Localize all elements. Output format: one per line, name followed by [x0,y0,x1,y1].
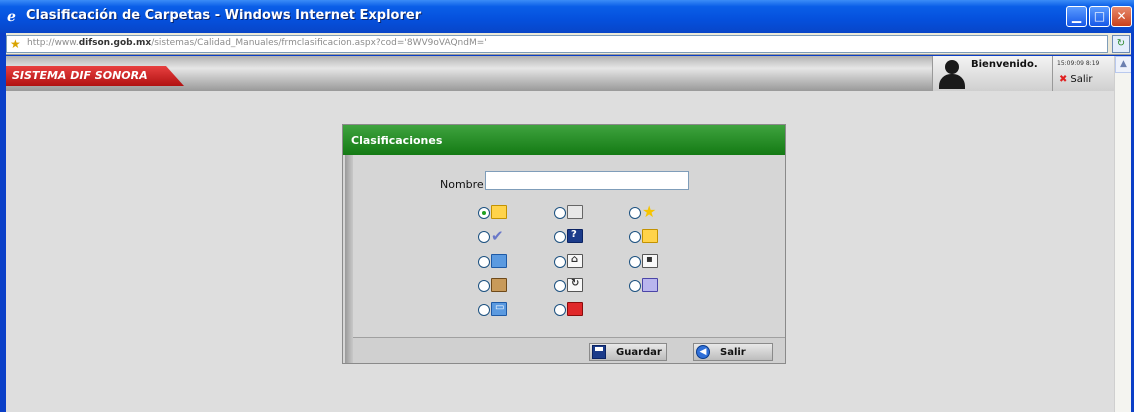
option-radio[interactable] [478,207,490,219]
maximize-button[interactable]: □ [1089,6,1110,27]
yellow-folder-icon [491,205,507,219]
gray-folder-icon [567,205,583,219]
vertical-scrollbar[interactable]: ▲ [1114,56,1132,412]
option-radio[interactable] [478,231,490,243]
icon-option[interactable]: ▭ [478,301,514,319]
icon-option[interactable]: ▪ [629,253,665,271]
logout-label: Salir [1070,74,1093,85]
icon-option[interactable] [629,277,665,295]
icon-option[interactable] [554,204,590,222]
purple-folder-icon [642,278,658,292]
icon-option[interactable] [478,277,514,295]
option-radio[interactable] [478,280,490,292]
icon-option[interactable] [629,228,665,246]
save-button[interactable]: Guardar [589,343,667,361]
welcome-text: Bienvenido. [971,59,1038,70]
option-radio[interactable] [554,231,566,243]
icon-option[interactable]: ? [554,228,590,246]
name-input[interactable] [485,171,689,190]
logout-link[interactable]: ✖ Salir [1059,74,1093,85]
option-radio[interactable] [629,231,641,243]
minimize-button[interactable]: ▁ [1066,6,1087,27]
page-content: SISTEMA DIF SONORA Bienvenido. 15:09:09 … [6,56,1114,412]
address-input[interactable]: ★ http://www.difson.gob.mx/sistemas/Cali… [6,35,1108,53]
icon-option[interactable] [478,204,514,222]
exit-label: Salir [720,347,746,358]
logout-icon: ✖ [1059,74,1068,85]
locked-folder-icon [642,229,658,243]
address-url: http://www.difson.gob.mx/sistemas/Calida… [27,38,487,48]
help-book-icon: ? [567,229,583,243]
open-book-icon: ▭ [491,302,507,316]
address-bar: ★ http://www.difson.gob.mx/sistemas/Cali… [6,33,1134,55]
ie-logo-icon: ℯ [7,9,16,25]
title-bar: ℯ Clasificación de Carpetas - Windows In… [0,0,1134,33]
session-panel: 15:09:09 8:19 ✖ Salir [1052,56,1114,91]
blue-folder-icon [491,254,507,268]
icon-option[interactable]: ✔ [478,228,514,246]
system-banner: SISTEMA DIF SONORA [6,66,184,86]
star-icon: ★ [642,202,657,221]
icon-option[interactable] [478,253,514,271]
option-radio[interactable] [554,256,566,268]
option-radio[interactable] [629,207,641,219]
document-arrow-icon: ↻ [567,278,583,292]
option-radio[interactable] [629,280,641,292]
classification-dialog: Clasificaciones Nombre: ★ ✔? ⌂ ▪ ↻ ▭ Guardar … [342,124,786,364]
icon-option[interactable]: ⌂ [554,253,590,271]
site-header: SISTEMA DIF SONORA Bienvenido. 15:09:09 … [6,56,1114,91]
browser-window: ℯ Clasificación de Carpetas - Windows In… [0,0,1134,412]
dialog-header: Clasificaciones [343,125,785,155]
option-radio[interactable] [629,256,641,268]
system-name: SISTEMA DIF SONORA [12,69,148,82]
floppy-disk-icon [592,345,606,359]
save-label: Guardar [616,347,662,358]
icon-option[interactable]: ★ [629,204,665,222]
name-label: Nombre: [440,178,488,191]
user-panel: Bienvenido. [932,56,1052,91]
exit-button[interactable]: ◀ Salir [693,343,773,361]
icon-option[interactable]: ↻ [554,277,590,295]
session-time: 15:09:09 8:19 [1057,60,1100,67]
avatar-icon [937,58,967,89]
option-radio[interactable] [478,304,490,316]
red-folder-icon [567,302,583,316]
back-arrow-icon: ◀ [696,345,710,359]
option-radio[interactable] [478,256,490,268]
home-folder-icon: ⌂ [567,254,583,268]
option-radio[interactable] [554,280,566,292]
icon-option[interactable] [554,301,590,319]
scroll-up-icon[interactable]: ▲ [1115,56,1132,73]
refresh-icon[interactable]: ↻ [1112,35,1130,53]
contact-card-icon: ▪ [642,254,658,268]
dialog-side-bar [345,155,353,363]
brown-binder-icon [491,278,507,292]
checkmark-icon: ✔ [491,227,504,245]
favicon-icon: ★ [10,37,21,51]
option-radio[interactable] [554,207,566,219]
close-button[interactable]: ✕ [1111,6,1132,27]
option-radio[interactable] [554,304,566,316]
dialog-title: Clasificaciones [351,134,443,147]
window-title: Clasificación de Carpetas - Windows Inte… [26,8,422,23]
